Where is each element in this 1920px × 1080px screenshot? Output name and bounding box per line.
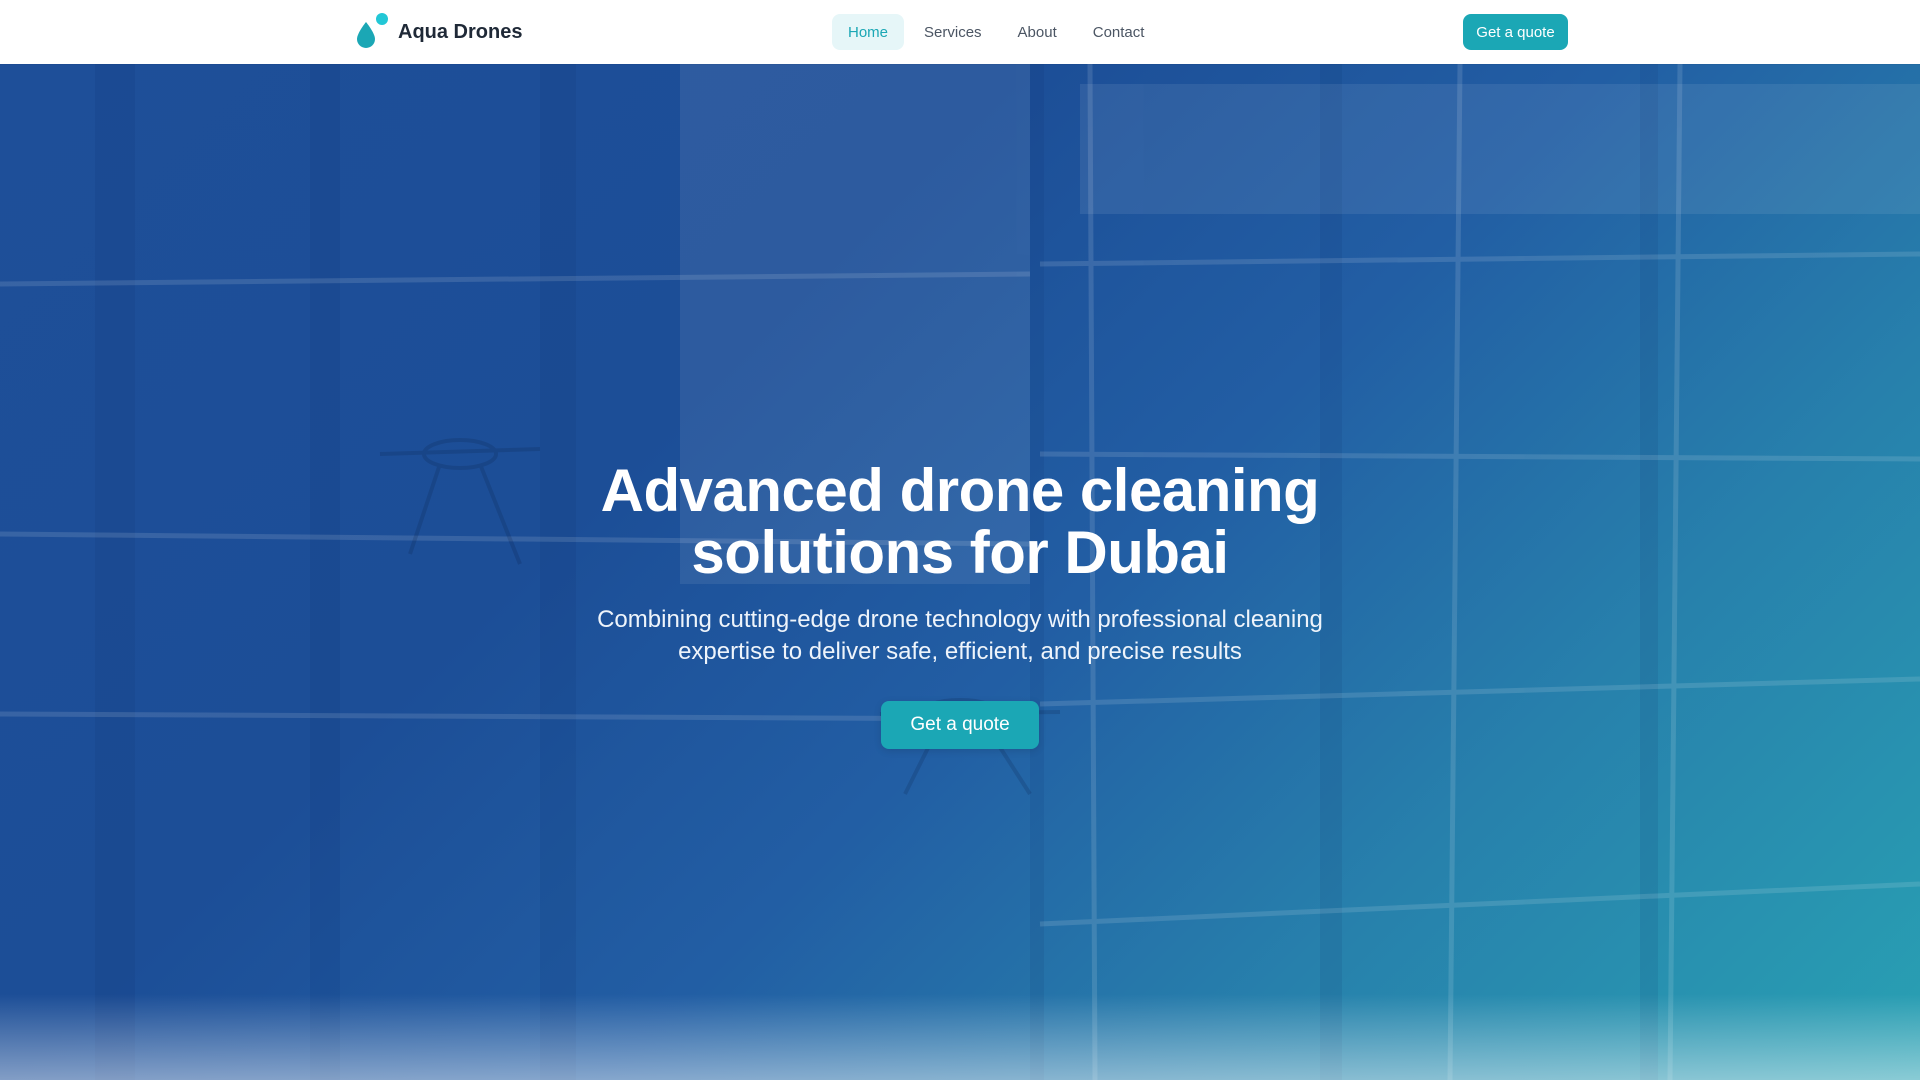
- hero-get-quote-button[interactable]: Get a quote: [881, 701, 1039, 749]
- hero-subtitle-line-2: expertise to deliver safe, efficient, an…: [678, 638, 1242, 665]
- water-drop-icon: [354, 12, 390, 52]
- hero-title: Advanced drone cleaning solutions for Du…: [560, 460, 1360, 584]
- hero-title-line-2: solutions for Dubai: [691, 519, 1229, 586]
- hero-subtitle: Combining cutting-edge drone technology …: [560, 604, 1360, 668]
- nav-item-services[interactable]: Services: [908, 14, 998, 50]
- main-nav: Home Services About Contact: [832, 14, 1160, 50]
- nav-item-contact[interactable]: Contact: [1077, 14, 1161, 50]
- site-header: Aqua Drones Home Services About Contact …: [0, 0, 1920, 64]
- hero-title-line-1: Advanced drone cleaning: [600, 457, 1320, 524]
- hero-section: Advanced drone cleaning solutions for Du…: [0, 64, 1920, 1080]
- nav-item-about[interactable]: About: [1002, 14, 1073, 50]
- brand-name: Aqua Drones: [398, 20, 523, 43]
- hero-bottom-fade: [0, 994, 1920, 1080]
- hero-subtitle-line-1: Combining cutting-edge drone technology …: [597, 606, 1323, 633]
- nav-item-home[interactable]: Home: [832, 14, 905, 50]
- header-get-quote-button[interactable]: Get a quote: [1463, 14, 1568, 50]
- brand-logo[interactable]: Aqua Drones: [354, 10, 522, 54]
